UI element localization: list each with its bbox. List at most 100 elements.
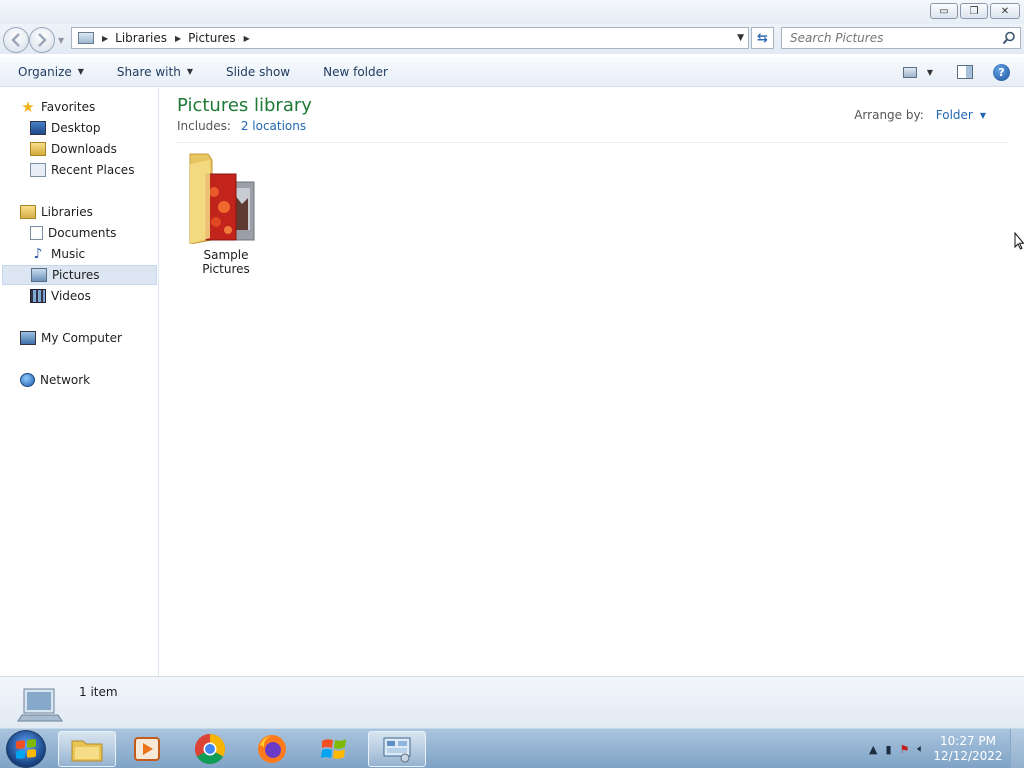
volume-icon[interactable]: 🔈︎	[917, 742, 924, 756]
new-folder-label: New folder	[323, 64, 388, 79]
back-button[interactable]	[3, 27, 29, 53]
sidebar-item-label: Documents	[48, 226, 117, 240]
navigation-pane: ★ Favorites Desktop Downloads Recent Pla…	[0, 88, 159, 676]
show-hidden-icons-arrow[interactable]: ▲	[869, 743, 877, 756]
clock[interactable]: 10:27 PM 12/12/2022	[930, 734, 1006, 764]
desktop-icon	[30, 121, 46, 135]
sidebar-item-libraries[interactable]: Libraries	[20, 202, 93, 222]
system-tray: ▲ ▮ ⚑ 🔈︎ 10:27 PM 12/12/2022	[861, 729, 1024, 768]
status-bar: 1 item	[0, 676, 1024, 728]
taskbar-media-player[interactable]	[118, 731, 176, 767]
recent-pages-dropdown[interactable]: ▼	[58, 36, 64, 45]
folder-item[interactable]: Sample Pictures	[178, 150, 278, 276]
sidebar-item-network[interactable]: Network	[20, 370, 90, 390]
taskbar-chrome[interactable]	[181, 731, 239, 767]
forward-button[interactable]	[29, 27, 55, 53]
start-button[interactable]	[6, 730, 46, 768]
search-input[interactable]	[790, 31, 990, 45]
media-player-icon	[134, 737, 160, 761]
sidebar-item-label: Downloads	[51, 142, 117, 156]
documents-icon	[30, 226, 43, 240]
view-options-dropdown[interactable]: ▼	[927, 68, 933, 77]
close-button[interactable]: ✕	[990, 3, 1020, 19]
restore-button[interactable]: ❐	[960, 3, 988, 19]
sidebar-item-label: Recent Places	[51, 163, 135, 177]
taskbar-explorer[interactable]	[58, 731, 116, 767]
address-dropdown-icon[interactable]: ▼	[737, 33, 744, 43]
address-bar[interactable]: ▶ Libraries ▶ Pictures ▶ ▼	[71, 27, 749, 49]
search-icon[interactable]	[1002, 31, 1016, 45]
slide-show-label: Slide show	[225, 64, 291, 79]
chrome-icon	[194, 734, 226, 765]
show-desktop-button[interactable]	[1010, 729, 1024, 768]
action-center-flag-icon[interactable]: ⚑	[900, 743, 910, 756]
locations-link[interactable]: 2 locations	[241, 119, 306, 133]
chevron-down-icon: ▼	[186, 67, 193, 76]
folder-name: Sample Pictures	[202, 248, 250, 276]
computer-icon	[20, 331, 36, 345]
help-icon[interactable]: ?	[993, 63, 1010, 81]
sidebar-item-label: My Computer	[41, 331, 122, 345]
search-box[interactable]	[781, 27, 1021, 49]
breadcrumb-arrow-icon[interactable]: ▶	[244, 34, 250, 43]
pictures-library-icon	[78, 32, 94, 44]
breadcrumb-pictures[interactable]: Pictures	[188, 31, 236, 45]
windows-flag-icon	[321, 739, 346, 759]
navigation-bar: ▼ ▶ Libraries ▶ Pictures ▶ ▼ ⇆	[0, 24, 1024, 54]
share-with-label: Share with	[116, 64, 181, 79]
pictures-icon	[31, 268, 47, 282]
sidebar-item-my-computer[interactable]: My Computer	[20, 328, 122, 348]
new-folder-button[interactable]: New folder	[305, 65, 403, 79]
firefox-icon	[258, 735, 286, 763]
chevron-down-icon: ▼	[77, 67, 84, 76]
sidebar-item-favorites[interactable]: ★ Favorites	[20, 97, 95, 117]
command-bar: Organize ▼ Share with ▼ Slide show New f…	[0, 57, 1024, 87]
pictures-library-large-icon	[17, 688, 63, 722]
title-bar: ▭ ❐ ✕	[0, 0, 1024, 24]
organize-button[interactable]: Organize ▼	[0, 65, 99, 79]
sidebar-item-music[interactable]: ♪ Music	[30, 244, 86, 264]
downloads-folder-icon	[30, 142, 46, 156]
taskbar: ▲ ▮ ⚑ 🔈︎ 10:27 PM 12/12/2022	[0, 728, 1024, 768]
taskbar-firefox[interactable]	[243, 731, 301, 767]
folder-icon	[71, 740, 103, 762]
taskbar-windows-update[interactable]	[305, 731, 363, 767]
sidebar-item-label: Desktop	[51, 121, 101, 135]
minimize-button[interactable]: ▭	[930, 3, 958, 19]
breadcrumb-arrow-icon[interactable]: ▶	[102, 34, 108, 43]
sidebar-item-downloads[interactable]: Downloads	[30, 139, 117, 159]
window-controls: ▭ ❐ ✕	[930, 3, 1020, 19]
breadcrumb-arrow-icon[interactable]: ▶	[175, 34, 181, 43]
sidebar-item-recent-places[interactable]: Recent Places	[30, 160, 134, 180]
sidebar-item-desktop[interactable]: Desktop	[30, 118, 101, 138]
clock-date: 12/12/2022	[933, 749, 1003, 763]
slide-show-button[interactable]: Slide show	[208, 65, 305, 79]
sidebar-item-documents[interactable]: Documents	[30, 223, 116, 243]
arrow-right-icon	[38, 33, 47, 47]
refresh-button[interactable]: ⇆	[751, 27, 774, 49]
sidebar-item-label: Libraries	[41, 205, 93, 219]
film-strip-icon	[30, 289, 46, 303]
view-controls: ▼ ?	[902, 57, 1024, 87]
library-title: Pictures library	[177, 95, 312, 116]
preview-pane-icon[interactable]	[957, 65, 973, 79]
divider	[177, 142, 1007, 143]
sidebar-item-pictures[interactable]: Pictures	[2, 265, 157, 285]
network-status-icon[interactable]: ▮	[885, 743, 891, 756]
breadcrumb-libraries[interactable]: Libraries	[115, 31, 167, 45]
sidebar-item-label: Network	[40, 373, 91, 387]
mouse-cursor-icon	[1014, 232, 1024, 250]
star-icon: ★	[21, 98, 35, 116]
chevron-down-icon[interactable]: ▼	[980, 111, 986, 120]
share-with-button[interactable]: Share with ▼	[99, 65, 208, 79]
clock-time: 10:27 PM	[940, 734, 996, 748]
item-count: 1 item	[79, 685, 118, 699]
taskbar-control-panel[interactable]	[368, 731, 426, 767]
arrange-by-dropdown[interactable]: Folder	[936, 108, 973, 122]
library-includes: Includes: 2 locations	[177, 119, 306, 133]
windows-logo-icon	[16, 738, 36, 760]
sidebar-item-videos[interactable]: Videos	[30, 286, 91, 306]
change-view-icon[interactable]	[902, 66, 917, 78]
control-panel-icon	[383, 737, 411, 763]
arrange-by-label: Arrange by:	[854, 108, 924, 122]
